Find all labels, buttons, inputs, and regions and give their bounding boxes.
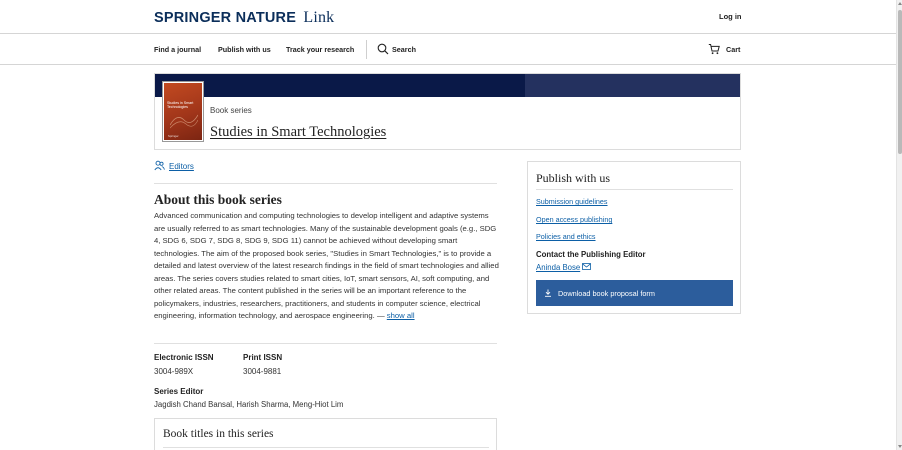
editors-link[interactable]: Editors <box>154 160 194 171</box>
divider <box>163 447 489 448</box>
logo-brand: SPRINGER NATURE <box>154 10 297 26</box>
open-access-publishing-link[interactable]: Open access publishing <box>536 215 612 224</box>
about-heading: About this book series <box>154 192 282 207</box>
show-all-link[interactable]: show all <box>387 311 415 320</box>
nav-find-journal[interactable]: Find a journal <box>154 45 201 54</box>
editors-icon <box>154 160 165 171</box>
print-issn-value: 3004-9881 <box>243 367 282 376</box>
nav-divider <box>366 40 367 59</box>
springer-nature-link-logo[interactable]: SPRINGER NATURE Link <box>154 9 334 27</box>
hero-band <box>155 74 525 97</box>
book-titles-card: Book titles in this series <box>154 418 497 450</box>
nav-search[interactable]: Search <box>392 45 416 54</box>
electronic-issn-label: Electronic ISSN <box>154 353 214 362</box>
electronic-issn-value: 3004-989X <box>154 367 194 376</box>
book-titles-heading: Book titles in this series <box>163 428 274 440</box>
print-issn-label: Print ISSN <box>243 353 283 362</box>
cart-icon[interactable] <box>708 43 720 55</box>
submission-guidelines-link[interactable]: Submission guidelines <box>536 197 608 206</box>
hero-band-accent <box>525 74 740 97</box>
download-icon <box>545 289 551 297</box>
publishing-editor-link[interactable]: Aninda Bose <box>536 263 592 272</box>
nav-publish-with-us[interactable]: Publish with us <box>218 45 271 54</box>
scroll-up-arrow[interactable] <box>898 2 902 5</box>
cover-publisher: Springer <box>168 134 179 138</box>
series-hero: Studies in Smart Technologies Springer B… <box>154 73 741 150</box>
about-description: Advanced communication and computing tec… <box>154 210 499 323</box>
mail-icon <box>582 263 592 270</box>
cover-title: Studies in Smart Technologies <box>167 101 194 109</box>
series-title[interactable]: Studies in Smart Technologies <box>210 124 386 141</box>
main-nav: Find a journal Publish with us Track you… <box>0 35 896 65</box>
publishing-editor-name: Aninda Bose <box>536 263 581 272</box>
series-editor-value: Jagdish Chand Bansal, Harish Sharma, Men… <box>154 400 344 409</box>
series-cover-image: Studies in Smart Technologies Springer <box>162 81 204 142</box>
scroll-down-arrow[interactable] <box>898 445 902 448</box>
login-link[interactable]: Log in <box>719 12 742 21</box>
logo-link-word: Link <box>303 9 335 26</box>
download-proposal-button[interactable]: Download book proposal form <box>536 280 733 306</box>
nav-cart[interactable]: Cart <box>726 45 740 54</box>
policies-ethics-link[interactable]: Policies and ethics <box>536 232 596 241</box>
download-proposal-label: Download book proposal form <box>558 288 655 298</box>
divider <box>536 189 733 190</box>
series-editor-label: Series Editor <box>154 387 204 396</box>
top-bar: SPRINGER NATURE Link Log in <box>0 0 896 34</box>
hero-kicker: Book series <box>210 106 252 115</box>
search-icon[interactable] <box>377 43 389 55</box>
contact-editor-label: Contact the Publishing Editor <box>536 250 646 259</box>
nav-track-research[interactable]: Track your research <box>286 45 354 54</box>
cover-art <box>170 114 198 129</box>
scroll-thumb[interactable] <box>898 10 902 154</box>
publish-with-us-card: Publish with us Submission guidelines Op… <box>527 161 741 314</box>
divider <box>154 183 497 184</box>
editors-link-label: Editors <box>169 162 194 171</box>
publish-card-heading: Publish with us <box>536 171 611 185</box>
page-scrollbar[interactable] <box>896 0 902 450</box>
divider <box>154 343 497 344</box>
about-text: Advanced communication and computing tec… <box>154 211 499 321</box>
